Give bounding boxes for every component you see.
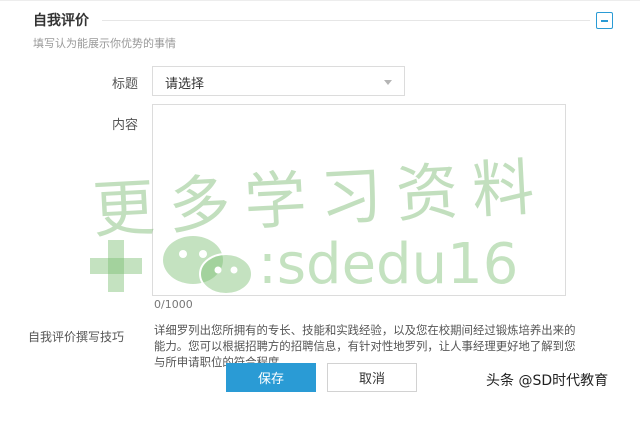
source-credit: 头条 @SD时代教育 (486, 373, 609, 389)
collapse-button[interactable] (596, 12, 613, 29)
minus-icon (601, 20, 608, 22)
char-count: 0/1000 (154, 298, 193, 311)
tips-label: 自我评价撰写技巧 (28, 330, 125, 344)
cancel-button[interactable]: 取消 (327, 363, 417, 392)
content-textarea[interactable] (152, 104, 566, 296)
section-subtitle: 填写认为能展示你优势的事情 (33, 37, 176, 50)
top-divider (0, 0, 640, 1)
title-select-value: 请选择 (165, 77, 205, 92)
section-title: 自我评价 (33, 13, 89, 29)
title-label: 标题 (111, 77, 138, 92)
save-button[interactable]: 保存 (226, 363, 316, 392)
content-label: 内容 (111, 118, 138, 133)
chevron-down-icon (384, 80, 392, 85)
header-divider (102, 20, 590, 21)
title-select[interactable]: 请选择 (152, 66, 405, 96)
plus-icon (90, 240, 142, 292)
